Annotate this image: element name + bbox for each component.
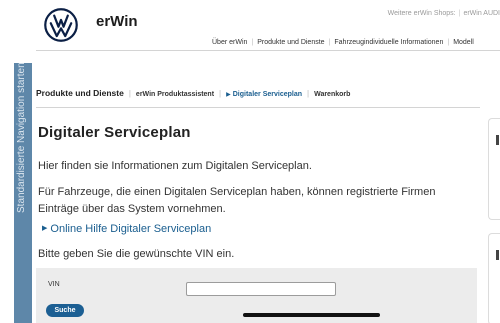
breadcrumb-warenkorb[interactable]: Warenkorb [314,91,350,98]
intro-text: Hier finden sie Informationen zum Digita… [38,160,312,172]
help-link[interactable]: ▶ Online Hilfe Digitaler Serviceplan [42,223,211,235]
divider: | [128,89,131,98]
divider: | [307,89,310,98]
nav-item-ueber-erwin[interactable]: Über erWin [212,39,247,46]
home-indicator[interactable] [243,313,380,317]
vin-prompt: Bitte geben Sie die gewünschte VIN ein. [38,248,235,260]
vw-logo-icon[interactable] [44,8,78,42]
nav-item-fahrzeuginfo[interactable]: Fahrzeugindividuelle Informationen [334,39,443,46]
breadcrumb-produktassistent[interactable]: erWin Produktassistent [136,91,214,98]
triangle-right-icon: ▶ [226,92,231,98]
shops-label: Weitere erWin Shops: [387,10,456,17]
side-tab-label: Standardisierte Navigation starten [16,63,27,213]
divider: | [447,39,450,46]
nav-item-produkte[interactable]: Produkte und Dienste [257,39,324,46]
header-divider [36,50,500,51]
breadcrumb: Produkte und Dienste | erWin Produktassist… [36,88,486,102]
standard-navigation-tab[interactable]: Standardisierte Navigation starten [14,63,32,323]
divider: | [219,89,222,98]
description-text: Für Fahrzeuge, die einen Digitalen Servi… [38,186,436,215]
side-panel-card [488,233,500,323]
search-button[interactable]: Suche [46,304,84,317]
top-navigation: Über erWin | Produkte und Dienste | Fahrzeug… [212,39,474,46]
vin-label: VIN [48,281,60,288]
vin-input[interactable] [186,282,336,296]
brand-name: erWin [96,13,138,30]
header: erWin Weitere erWin Shops: | erWin AUDI Üb… [0,0,500,62]
breadcrumb-divider [36,107,480,108]
divider: | [328,39,331,46]
help-link-label: Online Hilfe Digitaler Serviceplan [50,223,212,235]
breadcrumb-section[interactable]: Produkte und Dienste [36,88,124,98]
heading-marker [496,250,499,260]
breadcrumb-serviceplan[interactable]: Digitaler Serviceplan [233,91,302,98]
page-title: Digitaler Serviceplan [38,124,191,141]
nav-item-modell[interactable]: Modell [453,39,474,46]
shop-link-audi[interactable]: erWin AUDI [463,10,500,17]
divider: | [251,39,254,46]
shop-links: Weitere erWin Shops: | erWin AUDI [388,10,500,17]
triangle-right-icon: ▶ [42,225,48,232]
side-panel-card [488,118,500,220]
heading-marker [496,135,499,145]
